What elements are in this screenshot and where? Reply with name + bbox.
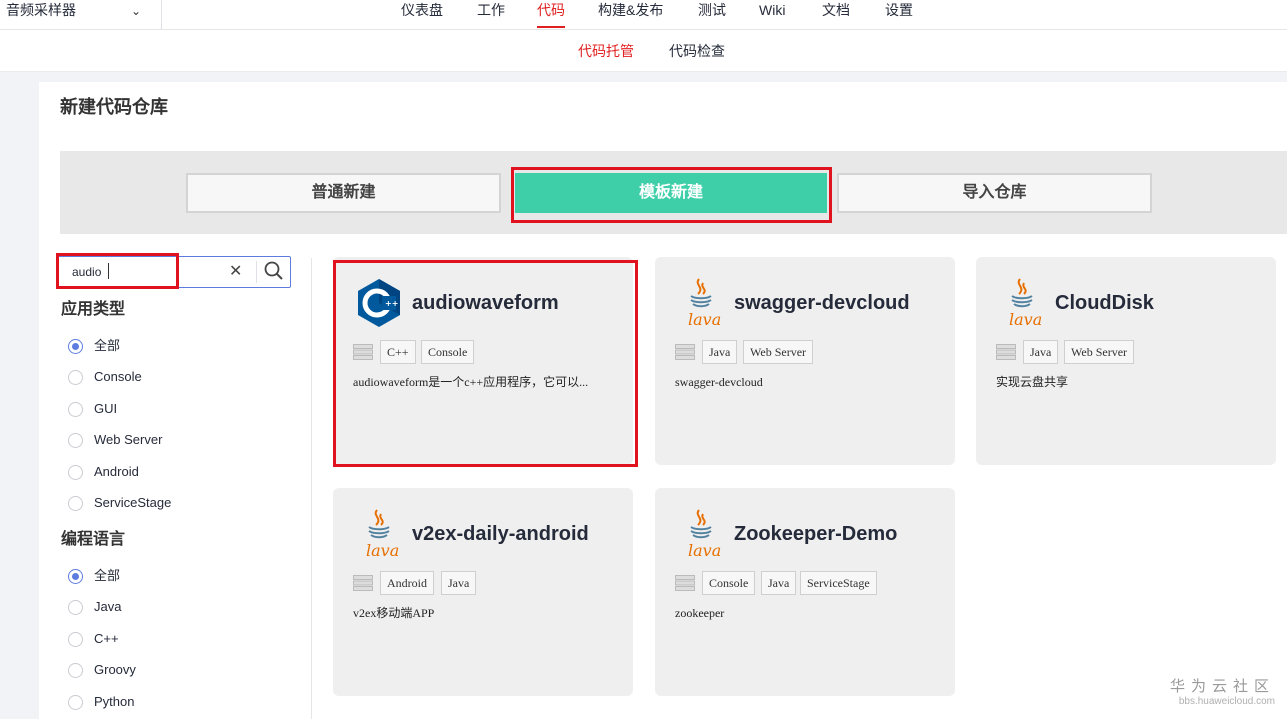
radio-button[interactable] — [68, 339, 83, 354]
subnav-code-check[interactable]: 代码检查 — [669, 42, 725, 60]
nav-work[interactable]: 工作 — [477, 0, 505, 20]
radio-button[interactable] — [68, 632, 83, 647]
tag: Console — [702, 571, 756, 595]
tag: Android — [380, 571, 434, 595]
text-cursor — [108, 263, 109, 279]
template-card-audiowaveform[interactable]: ++ audiowaveform C++ Console audiowavefo… — [333, 257, 633, 465]
cpp-icon: ++ — [355, 277, 403, 329]
template-name: v2ex-daily-android — [412, 523, 589, 545]
tag: C++ — [380, 340, 416, 364]
watermark-en: bbs.huaweicloud.com — [1178, 696, 1275, 707]
nav-dashboard[interactable]: 仪表盘 — [401, 0, 443, 20]
filter-title-language: 编程语言 — [61, 531, 126, 548]
new-repo-panel: 新建代码仓库 普通新建 模板新建 导入仓库 audio ✕ 应用类型 全部 Co… — [39, 82, 1287, 719]
nav-code[interactable]: 代码 — [537, 0, 565, 28]
template-name: Zookeeper-Demo — [734, 523, 898, 545]
watermark: 华为云社区 bbs.huaweicloud.com — [1170, 678, 1275, 708]
project-selector[interactable]: 音频采样器 ⌄ — [0, 0, 162, 30]
radio-button[interactable] — [68, 465, 83, 480]
tag: ServiceStage — [800, 571, 877, 595]
tag: Web Server — [743, 340, 814, 364]
server-icon — [675, 344, 695, 360]
template-name: swagger-devcloud — [734, 292, 910, 314]
server-icon — [353, 344, 373, 360]
radio-button[interactable] — [68, 663, 83, 678]
template-card-clouddisk[interactable]: lava CloudDisk Java Web Server 实现云盘共享 — [976, 257, 1276, 465]
divider — [256, 261, 257, 283]
template-description: v2ex移动端APP — [353, 606, 435, 620]
server-icon — [675, 575, 695, 591]
nav-settings[interactable]: 设置 — [885, 0, 913, 20]
search-icon[interactable] — [263, 260, 285, 287]
tag: Console — [421, 340, 475, 364]
radio-button[interactable] — [68, 496, 83, 511]
clear-icon[interactable]: ✕ — [229, 262, 242, 282]
tag: Java — [761, 571, 797, 595]
java-icon: lava — [355, 508, 403, 560]
nav-docs[interactable]: 文档 — [822, 0, 850, 20]
mode-normal-button[interactable]: 普通新建 — [186, 173, 501, 213]
tag: Web Server — [1064, 340, 1135, 364]
radio-button[interactable] — [68, 695, 83, 710]
nav-test[interactable]: 测试 — [698, 0, 726, 20]
radio-button[interactable] — [68, 402, 83, 417]
tag: Java — [1023, 340, 1059, 364]
svg-text:lava: lava — [688, 541, 721, 560]
svg-text:lava: lava — [1009, 310, 1042, 329]
project-name: 音频采样器 — [6, 2, 76, 18]
subnav-code-hosting[interactable]: 代码托管 — [578, 42, 634, 60]
chevron-down-icon[interactable]: ⌄ — [131, 1, 141, 21]
mode-template-button[interactable]: 模板新建 — [515, 173, 827, 213]
server-icon — [353, 575, 373, 591]
tag: Java — [441, 571, 477, 595]
nav-build-release[interactable]: 构建&发布 — [598, 0, 663, 20]
top-nav-bar: 音频采样器 ⌄ 仪表盘 工作 代码 构建&发布 测试 Wiki 文档 设置 — [0, 0, 1287, 30]
svg-text:++: ++ — [385, 299, 398, 308]
tag: Java — [702, 340, 738, 364]
java-icon: lava — [677, 277, 725, 329]
template-name: audiowaveform — [412, 292, 559, 314]
svg-text:lava: lava — [688, 310, 721, 329]
template-description: audiowaveform是一个c++应用程序，它可以... — [353, 375, 589, 389]
template-card-swagger-devcloud[interactable]: lava swagger-devcloud Java Web Server sw… — [655, 257, 955, 465]
template-description: zookeeper — [675, 606, 725, 620]
filter-title-app-type: 应用类型 — [61, 301, 126, 318]
java-icon: lava — [677, 508, 725, 560]
radio-button[interactable] — [68, 433, 83, 448]
page-title: 新建代码仓库 — [60, 97, 168, 117]
server-icon — [996, 344, 1016, 360]
radio-button[interactable] — [68, 600, 83, 615]
mode-import-button[interactable]: 导入仓库 — [837, 173, 1152, 213]
divider — [311, 258, 312, 719]
nav-wiki[interactable]: Wiki — [759, 0, 785, 20]
creation-mode-tabs: 普通新建 模板新建 导入仓库 — [60, 151, 1287, 234]
java-icon: lava — [998, 277, 1046, 329]
template-description: 实现云盘共享 — [996, 375, 1069, 389]
radio-button[interactable] — [68, 370, 83, 385]
svg-text:lava: lava — [366, 541, 399, 560]
search-input-value: audio — [72, 265, 102, 279]
watermark-cn: 华为云社区 — [1169, 678, 1275, 695]
template-name: CloudDisk — [1055, 292, 1154, 314]
radio-button[interactable] — [68, 569, 83, 584]
template-card-v2ex-daily-android[interactable]: lava v2ex-daily-android Android Java v2e… — [333, 488, 633, 696]
sub-nav-bar: 代码托管 代码检查 — [0, 30, 1287, 72]
template-description: swagger-devcloud — [675, 375, 763, 389]
search-input[interactable]: audio ✕ — [57, 256, 291, 288]
template-card-zookeeper-demo[interactable]: lava Zookeeper-Demo Console Java Service… — [655, 488, 955, 696]
